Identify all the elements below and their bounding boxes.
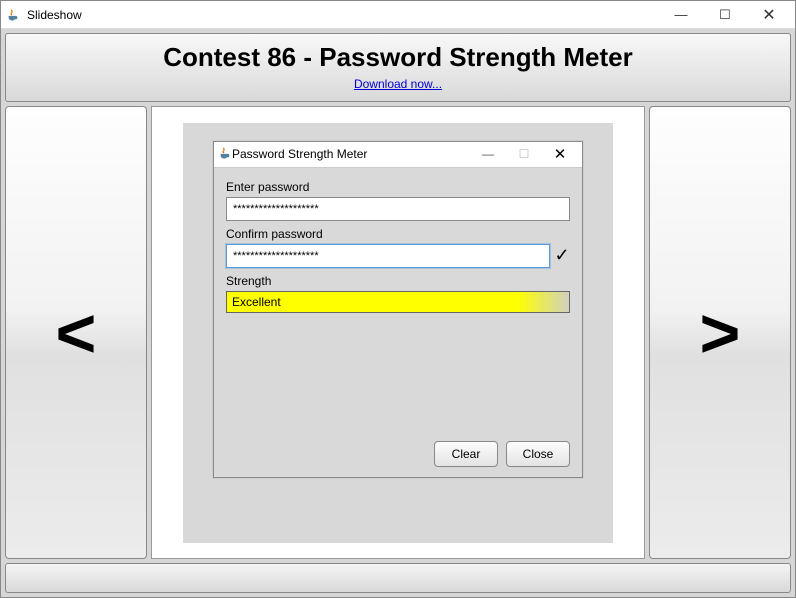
close-dialog-button[interactable]: Close (506, 441, 570, 467)
slideshow-window: Slideshow — ☐ ✕ Contest 86 - Password St… (0, 0, 796, 598)
header-panel: Contest 86 - Password Strength Meter Dow… (5, 33, 791, 102)
inner-window-title: Password Strength Meter (232, 147, 470, 161)
strength-label: Strength (226, 274, 570, 288)
inner-titlebar: Password Strength Meter — ☐ ✕ (214, 142, 582, 168)
outer-titlebar: Slideshow — ☐ ✕ (1, 1, 795, 29)
slide-area: Password Strength Meter — ☐ ✕ Enter pass… (151, 106, 645, 559)
prev-button[interactable]: < (5, 106, 147, 559)
confirm-password-input[interactable] (226, 244, 550, 268)
minimize-button[interactable]: — (659, 2, 703, 28)
maximize-button[interactable]: ☐ (703, 2, 747, 28)
slide-image: Password Strength Meter — ☐ ✕ Enter pass… (183, 123, 613, 543)
inner-window: Password Strength Meter — ☐ ✕ Enter pass… (213, 141, 583, 478)
next-button[interactable]: > (649, 106, 791, 559)
close-button[interactable]: ✕ (747, 2, 791, 28)
match-check-icon: ✓ (554, 245, 570, 266)
inner-button-row: Clear Close (226, 433, 570, 467)
inner-maximize-button[interactable]: ☐ (506, 143, 542, 165)
download-link[interactable]: Download now... (354, 77, 442, 91)
enter-password-input[interactable] (226, 197, 570, 221)
strength-value: Excellent (232, 295, 281, 309)
enter-password-label: Enter password (226, 180, 570, 194)
confirm-password-label: Confirm password (226, 227, 570, 241)
window-title: Slideshow (27, 8, 659, 22)
footer-bar (5, 563, 791, 593)
page-title: Contest 86 - Password Strength Meter (6, 42, 790, 73)
inner-close-button[interactable]: ✕ (542, 143, 578, 165)
app-body: Contest 86 - Password Strength Meter Dow… (1, 29, 795, 597)
strength-meter: Excellent (226, 291, 570, 313)
java-icon (5, 7, 21, 23)
inner-body: Enter password Confirm password ✓ Streng… (214, 168, 582, 477)
clear-button[interactable]: Clear (434, 441, 498, 467)
main-row: < Password Strength Meter — ☐ ✕ (5, 106, 791, 559)
java-icon (218, 146, 232, 163)
inner-minimize-button[interactable]: — (470, 143, 506, 165)
